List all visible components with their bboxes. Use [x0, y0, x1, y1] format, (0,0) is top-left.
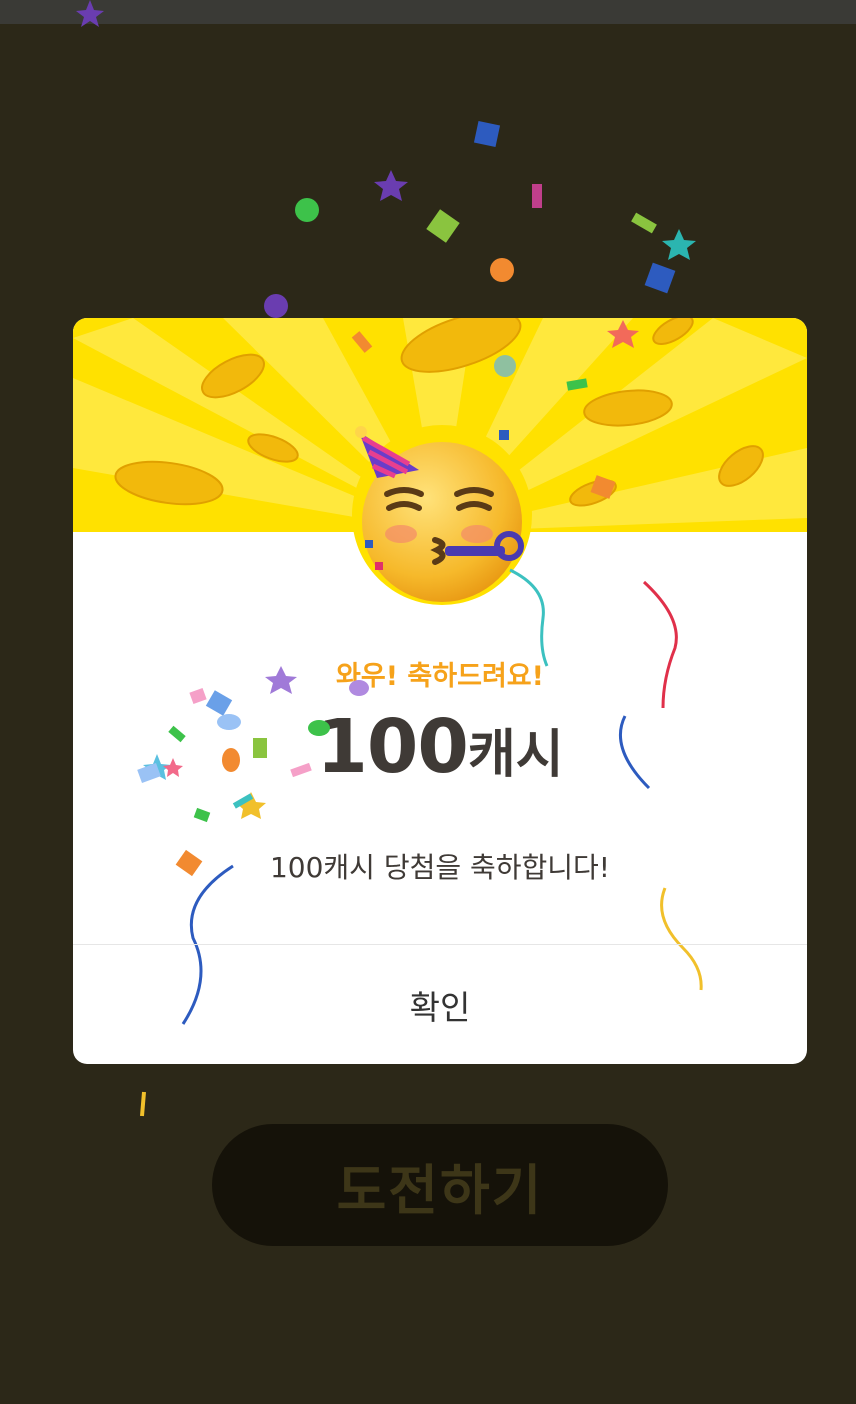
confetti-dot	[490, 258, 514, 282]
congrats-subtitle: 와우! 축하드려요!	[336, 661, 544, 692]
confetti-square	[426, 209, 460, 243]
confetti-square	[644, 262, 676, 294]
reward-number: 100	[316, 704, 468, 790]
partying-face-icon	[352, 425, 532, 605]
confirm-button[interactable]: 확인	[73, 945, 807, 1064]
confetti-strip	[532, 184, 542, 208]
confetti-strip	[631, 212, 657, 234]
reward-unit: 캐시	[467, 725, 564, 785]
status-bar	[0, 0, 856, 24]
challenge-button-label: 도전하기	[336, 1158, 544, 1222]
confetti-square	[473, 120, 501, 148]
confetti-dot	[295, 198, 319, 222]
reward-dialog: 와우! 축하드려요! 100캐시 100캐시 당첨을 축하합니다! 확인	[73, 318, 807, 1064]
challenge-button[interactable]: 도전하기	[212, 1124, 668, 1246]
confetti-strip	[140, 1091, 146, 1117]
congrats-message: 100캐시 당첨을 축하합니다!	[269, 851, 611, 884]
reward-amount: 100캐시	[73, 704, 807, 790]
confetti-star	[662, 229, 696, 260]
confetti-dot	[264, 294, 288, 318]
confetti-star	[374, 170, 408, 201]
